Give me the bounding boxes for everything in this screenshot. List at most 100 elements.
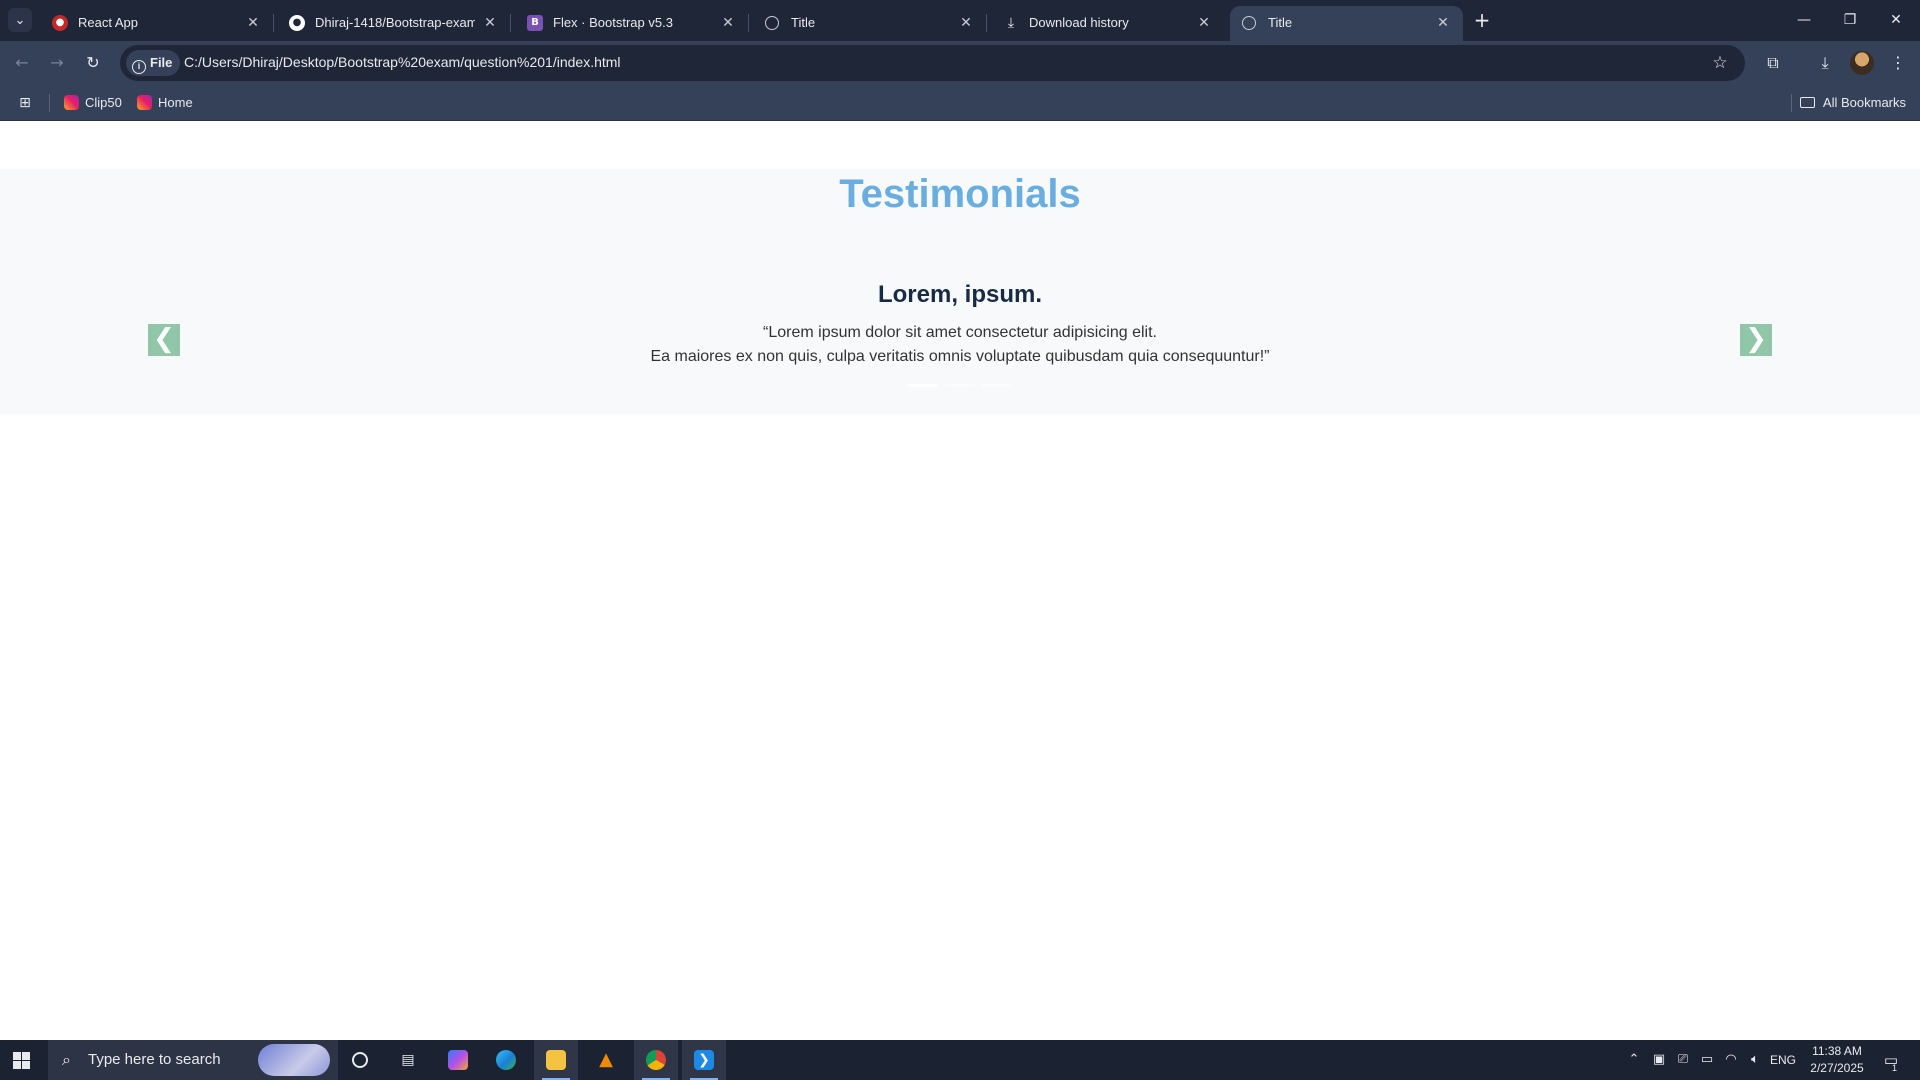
tab-label: Title bbox=[1268, 15, 1293, 30]
windows-taskbar: ⌕ Type here to search ▤ ▲ ❯ ⌃ ▣ ⎚ ▭ ◠ 🔈︎… bbox=[0, 1040, 1920, 1080]
wifi-icon: ◠ bbox=[1725, 1052, 1737, 1067]
carousel-indicator[interactable] bbox=[982, 384, 1012, 387]
site-info-label: File bbox=[150, 55, 173, 70]
bookmark-label: Clip50 bbox=[85, 95, 122, 110]
carousel-next-button[interactable]: ❯ bbox=[1740, 324, 1772, 356]
close-icon[interactable]: ✕ bbox=[1194, 13, 1214, 33]
react-app-favicon: ● bbox=[52, 15, 68, 31]
new-tab-button[interactable]: + bbox=[1470, 8, 1494, 32]
close-icon[interactable]: ✕ bbox=[480, 13, 500, 33]
site-info-chip[interactable]: i File bbox=[126, 50, 181, 76]
tab-divider bbox=[273, 14, 274, 32]
tab-divider bbox=[748, 14, 749, 32]
apps-grid-icon: ⊞ bbox=[19, 95, 31, 111]
profile-avatar[interactable] bbox=[1850, 51, 1874, 75]
restore-button[interactable]: ❐ bbox=[1827, 0, 1873, 40]
extensions-button[interactable]: ⧉ bbox=[1761, 51, 1785, 75]
windows-logo-icon bbox=[13, 1061, 21, 1069]
tab-label: Title bbox=[791, 15, 816, 30]
windows-logo-icon bbox=[22, 1052, 30, 1060]
chevron-right-icon: ❯ bbox=[1745, 324, 1767, 354]
browser-tab-bar: ⌄ ● React App ✕ ● Dhiraj-1418/Bootstrap-… bbox=[0, 0, 1920, 41]
copilot-button[interactable] bbox=[436, 1040, 480, 1080]
bootstrap-icon: B bbox=[527, 15, 543, 31]
tab-download-history[interactable]: ⤓ Download history ✕ bbox=[991, 6, 1224, 41]
file-explorer-button[interactable] bbox=[534, 1040, 578, 1080]
arrow-right-icon: → bbox=[50, 53, 64, 72]
meet-now-button[interactable]: ⎚ bbox=[1672, 1040, 1694, 1080]
url-text[interactable]: C:/Users/Dhiraj/Desktop/Bootstrap%20exam… bbox=[184, 54, 621, 70]
puzzle-icon: ⧉ bbox=[1767, 53, 1779, 72]
close-icon[interactable]: ✕ bbox=[1433, 13, 1453, 33]
plus-icon: + bbox=[1473, 8, 1491, 32]
tab-react-app[interactable]: ● React App ✕ bbox=[40, 6, 274, 41]
restore-icon: ❐ bbox=[1843, 12, 1857, 28]
bookmark-clip50[interactable]: Clip50 bbox=[64, 94, 122, 112]
search-placeholder: Type here to search bbox=[88, 1051, 221, 1068]
tab-title[interactable]: Title ✕ bbox=[753, 6, 987, 41]
all-bookmarks-label: All Bookmarks bbox=[1822, 95, 1906, 110]
download-icon: ⤓ bbox=[1007, 15, 1015, 31]
address-bar[interactable]: i File C:/Users/Dhiraj/Desktop/Bootstrap%… bbox=[120, 45, 1745, 81]
downloads-button[interactable]: ⤓ bbox=[1813, 51, 1837, 75]
download-icon: ⤓ bbox=[1821, 53, 1829, 72]
tray-app-button[interactable]: ▣ bbox=[1648, 1040, 1670, 1080]
tab-divider bbox=[986, 14, 987, 32]
info-icon: i bbox=[132, 60, 146, 74]
vlc-button[interactable]: ▲ bbox=[584, 1040, 628, 1080]
show-hidden-icons-button[interactable]: ⌃ bbox=[1624, 1040, 1644, 1080]
camera-icon: ⎚ bbox=[1677, 1052, 1689, 1067]
carousel-indicator[interactable] bbox=[945, 384, 975, 387]
speaker-icon: 🔈︎ bbox=[1751, 1052, 1759, 1067]
back-button[interactable]: ← bbox=[10, 51, 34, 75]
testimonials-section: Testimonials ❮ Lorem, ipsum. “Lorem ipsu… bbox=[0, 169, 1920, 414]
web-page: Testimonials ❮ Lorem, ipsum. “Lorem ipsu… bbox=[0, 121, 1920, 1040]
battery-button[interactable]: ▭ bbox=[1696, 1040, 1718, 1080]
volume-button[interactable]: 🔈︎ bbox=[1744, 1040, 1766, 1080]
vscode-button[interactable]: ❯ bbox=[682, 1040, 726, 1080]
task-view-button[interactable]: ▤ bbox=[386, 1040, 430, 1080]
bookmark-home[interactable]: Home bbox=[137, 94, 193, 112]
minimize-button[interactable]: — bbox=[1781, 0, 1827, 40]
taskbar-clock[interactable]: 11:38 AM 2/27/2025 bbox=[1802, 1043, 1872, 1077]
windows-logo-icon bbox=[13, 1052, 21, 1060]
all-bookmarks-button[interactable]: All Bookmarks bbox=[1799, 94, 1906, 112]
chrome-icon bbox=[646, 1050, 666, 1070]
chrome-button[interactable] bbox=[634, 1040, 678, 1080]
cortana-button[interactable] bbox=[338, 1040, 382, 1080]
edge-icon bbox=[496, 1050, 516, 1070]
start-button[interactable] bbox=[13, 1052, 30, 1069]
notification-count: 1 bbox=[1892, 1063, 1898, 1073]
tab-divider bbox=[510, 14, 511, 32]
close-icon[interactable]: ✕ bbox=[956, 13, 976, 33]
quote-line: Ea maiores ex non quis, culpa veritatis … bbox=[650, 348, 1270, 365]
file-explorer-icon bbox=[546, 1050, 566, 1070]
globe-icon bbox=[1242, 16, 1256, 30]
tab-github[interactable]: ● Dhiraj-1418/Bootstrap-exam ✕ bbox=[277, 6, 511, 41]
close-icon: ✕ bbox=[1890, 12, 1902, 28]
forward-button[interactable]: → bbox=[45, 51, 69, 75]
reload-button[interactable]: ↻ bbox=[81, 51, 105, 75]
battery-icon: ▭ bbox=[1700, 1052, 1714, 1067]
tab-search-button[interactable]: ⌄ bbox=[8, 8, 32, 32]
vlc-icon: ▲ bbox=[599, 1049, 613, 1070]
close-icon[interactable]: ✕ bbox=[243, 13, 263, 33]
bookmarks-divider bbox=[49, 94, 50, 112]
network-button[interactable]: ◠ bbox=[1720, 1040, 1742, 1080]
close-window-button[interactable]: ✕ bbox=[1873, 0, 1919, 40]
search-icon: ⌕ bbox=[62, 1050, 71, 1069]
bookmarks-divider bbox=[1791, 94, 1792, 112]
tab-title-active[interactable]: Title ✕ bbox=[1230, 6, 1463, 41]
folder-icon bbox=[1799, 97, 1815, 108]
close-icon[interactable]: ✕ bbox=[718, 13, 738, 33]
carousel-indicator[interactable] bbox=[908, 384, 938, 387]
action-center-button[interactable]: ▭ 1 bbox=[1880, 1049, 1902, 1073]
bookmark-star-button[interactable]: ☆ bbox=[1709, 52, 1731, 74]
input-language[interactable]: ENG bbox=[1768, 1040, 1798, 1080]
tab-bootstrap-flex[interactable]: B Flex · Bootstrap v5.3 ✕ bbox=[515, 6, 749, 41]
browser-menu-button[interactable]: ⋮ bbox=[1886, 51, 1910, 75]
browser-toolbar: ← → ↻ i File C:/Users/Dhiraj/Desktop/Boot… bbox=[0, 41, 1920, 85]
taskbar-search[interactable]: ⌕ Type here to search bbox=[48, 1040, 338, 1080]
apps-button[interactable]: ⊞ bbox=[16, 94, 34, 112]
edge-button[interactable] bbox=[484, 1040, 528, 1080]
